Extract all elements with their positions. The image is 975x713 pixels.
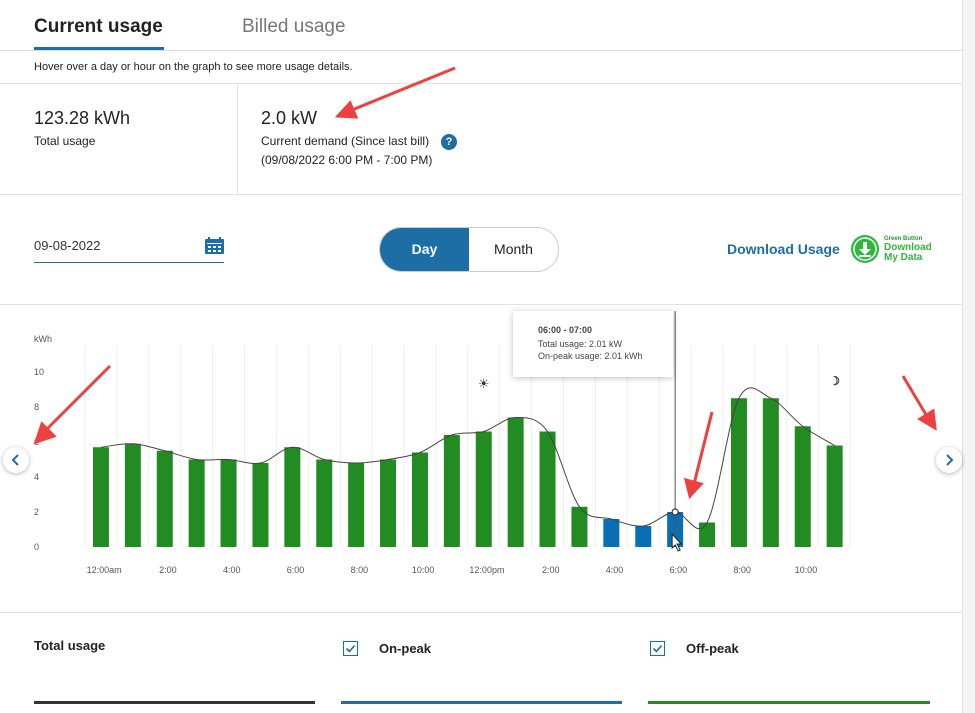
x-tick-label: 4:00: [223, 565, 241, 575]
date-input[interactable]: [34, 234, 184, 257]
date-field[interactable]: [34, 234, 224, 263]
on-peak-bar: [341, 701, 622, 704]
off-peak-bar: [156, 450, 173, 547]
check-icon: [652, 644, 663, 653]
total-usage-legend: Total usage: [34, 638, 106, 653]
month-toggle-button[interactable]: Month: [469, 228, 558, 271]
green-button-line2: My Data: [884, 252, 923, 263]
moon-icon: ☽: [829, 374, 840, 388]
total-usage-label: Total usage: [34, 134, 96, 148]
current-demand-value: 2.0 kW: [261, 108, 318, 128]
x-tick-label: 10:00: [412, 565, 435, 575]
tab-current-usage[interactable]: Current usage: [34, 16, 164, 50]
x-tick-label: 12:00pm: [469, 565, 504, 575]
tooltip-title: 06:00 - 07:00: [538, 325, 593, 335]
off-peak-bar: [220, 459, 237, 547]
hover-marker: [671, 508, 679, 516]
divider: [0, 83, 962, 84]
on-peak-bar: [603, 519, 620, 547]
off-peak-checkbox[interactable]: [650, 641, 665, 656]
off-peak-bar: [124, 443, 141, 547]
green-button-download[interactable]: Green Button Download My Data: [851, 235, 941, 265]
off-peak-bar: [92, 447, 109, 547]
stats-separator: [237, 84, 238, 194]
y-tick-label: 8: [34, 402, 39, 412]
chevron-right-icon: [946, 454, 954, 466]
off-peak-bar: [475, 431, 492, 547]
off-peak-bar: [730, 398, 747, 547]
check-icon: [345, 644, 356, 653]
off-peak-bar: [699, 522, 716, 547]
divider: [0, 612, 962, 613]
tab-billed-usage[interactable]: Billed usage: [242, 16, 346, 38]
off-peak-label: Off-peak: [686, 641, 739, 656]
download-usage-link[interactable]: Download Usage: [727, 241, 840, 257]
help-icon[interactable]: ?: [441, 134, 457, 150]
x-tick-label: 4:00: [606, 565, 624, 575]
x-tick-label: 6:00: [287, 565, 305, 575]
download-icon: [851, 235, 879, 263]
x-tick-label: 10:00: [795, 565, 818, 575]
x-tick-label: 8:00: [733, 565, 751, 575]
off-peak-bar: [348, 463, 365, 547]
y-tick-label: 6: [34, 437, 39, 447]
period-toggle: Day Month: [379, 227, 559, 272]
current-demand-range: (09/08/2022 6:00 PM - 7:00 PM): [261, 153, 433, 167]
off-peak-bar: [443, 435, 460, 547]
off-peak-bar: [507, 417, 524, 547]
tooltip-total-usage: Total usage: 2.01 kW: [538, 339, 623, 349]
current-demand-label: Current demand (Since last bill): [261, 134, 430, 148]
usage-panel: Current usage Billed usage Hover over a …: [0, 0, 963, 713]
tab-billed-usage-label: Billed usage: [242, 16, 346, 37]
off-peak-bar: [411, 452, 428, 547]
on-peak-label: On-peak: [379, 641, 432, 656]
on-peak-bar: [635, 526, 652, 547]
day-toggle-button[interactable]: Day: [380, 228, 469, 271]
y-tick-label: 2: [34, 507, 39, 517]
off-peak-bar: [762, 398, 779, 547]
off-peak-bar: [188, 459, 205, 547]
calendar-icon[interactable]: [205, 237, 224, 259]
tooltip-on-peak-usage: On-peak usage: 2.01 kWh: [538, 351, 643, 361]
sun-icon: ☀: [478, 376, 490, 391]
off-peak-bar: [539, 431, 556, 547]
off-peak-bar: [380, 459, 397, 547]
divider: [0, 194, 962, 195]
hover-hint: Hover over a day or hour on the graph to…: [34, 61, 353, 73]
x-tick-label: 6:00: [670, 565, 688, 575]
y-axis-label: kWh: [34, 334, 52, 344]
usage-tabs: Current usage Billed usage: [0, 0, 962, 51]
off-peak-bar: [794, 426, 811, 547]
previous-day-button[interactable]: [3, 447, 29, 473]
x-tick-label: 12:00am: [87, 565, 122, 575]
off-peak-bar: [316, 459, 333, 547]
active-tab-underline: [34, 47, 164, 50]
y-tick-label: 4: [34, 472, 39, 482]
green-button-label: Download My Data: [884, 243, 932, 263]
x-tick-label: 2:00: [542, 565, 560, 575]
next-day-button[interactable]: [936, 447, 962, 473]
off-peak-bar: [252, 463, 269, 547]
x-tick-label: 2:00: [159, 565, 177, 575]
off-peak-bar: [284, 447, 301, 547]
off-peak-bar: [826, 445, 843, 547]
total-usage-bar: [34, 701, 315, 704]
chart-tooltip: 06:00 - 07:00 Total usage: 2.01 kW On-pe…: [513, 311, 673, 377]
chevron-left-icon: [11, 454, 19, 466]
usage-chart: kWh 10 8 6 4 2 0 ☀ ☽ 12:00am 2:00 4:00 6:00 8:00 10:00…: [34, 311, 852, 575]
tab-current-usage-label: Current usage: [34, 16, 163, 37]
y-tick-label: 0: [34, 542, 39, 552]
off-peak-bar: [648, 701, 930, 704]
on-peak-checkbox[interactable]: [343, 641, 358, 656]
y-tick-label: 10: [34, 367, 44, 377]
total-usage-value: 123.28 kWh: [34, 108, 131, 128]
x-tick-label: 8:00: [351, 565, 369, 575]
